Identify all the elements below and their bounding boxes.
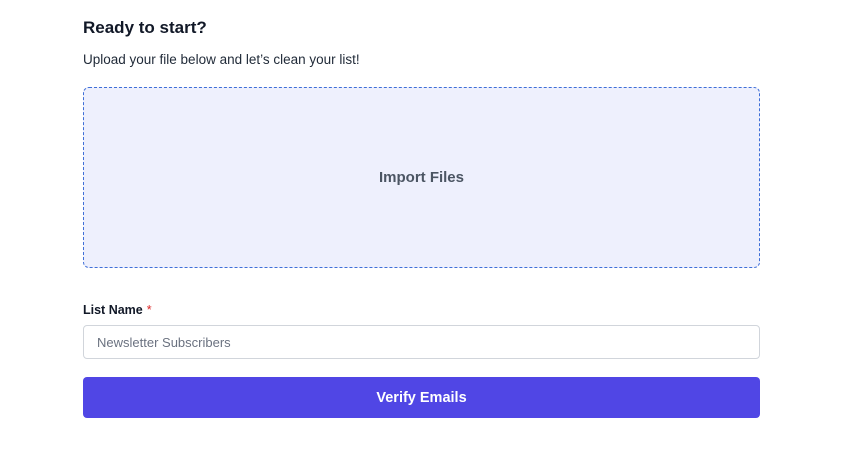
import-files-label: Import Files (378, 169, 464, 186)
list-name-input[interactable] (83, 325, 760, 359)
list-name-label-text: List Name (83, 303, 143, 317)
upload-form: Ready to start? Upload your file below a… (0, 0, 845, 450)
verify-emails-button[interactable]: Verify Emails (83, 377, 760, 418)
list-name-label: List Name * (83, 302, 152, 318)
required-marker: * (146, 303, 152, 317)
file-dropzone[interactable]: Import Files (83, 87, 760, 268)
page-subtitle: Upload your file below and let’s clean y… (83, 52, 360, 67)
page-title: Ready to start? (83, 18, 207, 37)
